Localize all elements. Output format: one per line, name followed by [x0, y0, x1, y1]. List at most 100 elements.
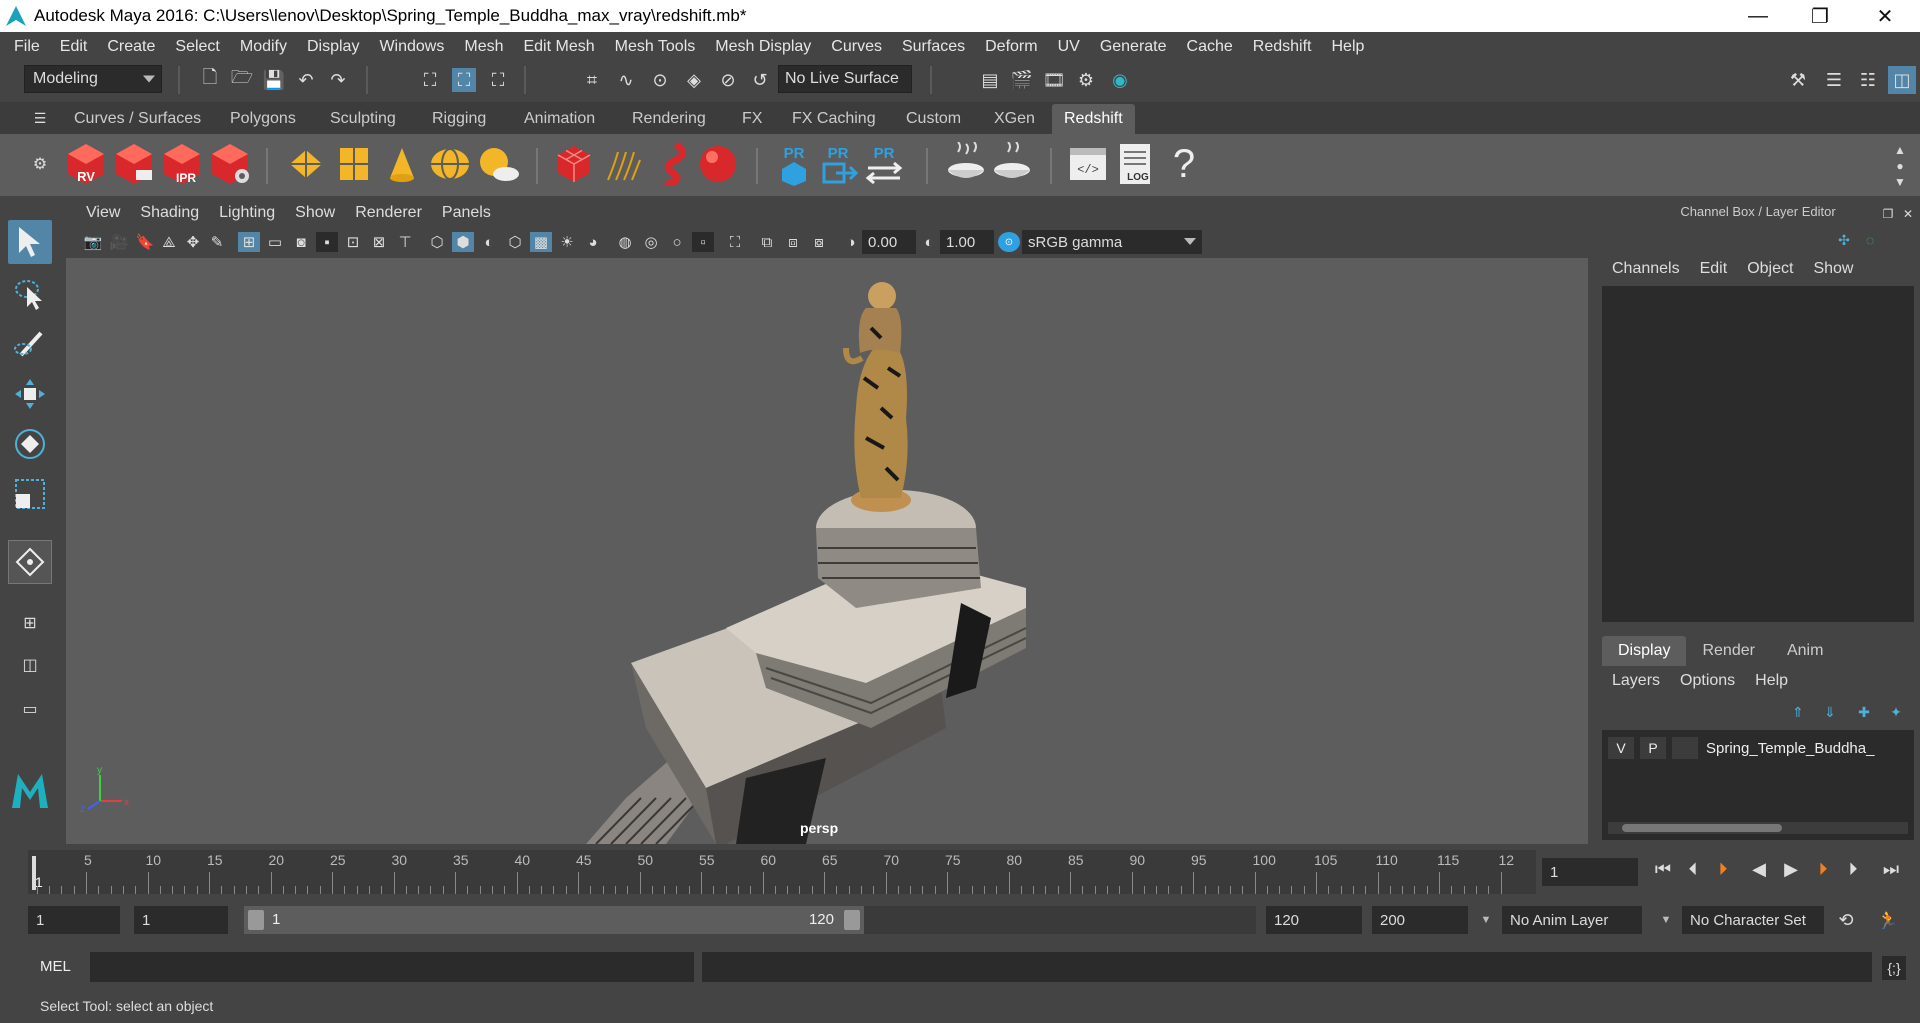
smooth-shade-icon[interactable]: ⬢: [452, 232, 474, 252]
undo-icon[interactable]: ↶: [294, 68, 318, 92]
end-time-field[interactable]: 200: [1372, 906, 1468, 934]
render-settings-icon[interactable]: ⚙: [1074, 68, 1098, 92]
channel-list[interactable]: [1602, 286, 1914, 622]
exposure-icon[interactable]: ◑: [840, 232, 862, 252]
layer-name[interactable]: Spring_Temple_Buddha_: [1706, 740, 1874, 757]
rs-pr-sync-icon[interactable]: PR: [862, 142, 906, 186]
view-transform-dropdown[interactable]: sRGB gamma: [1022, 230, 1202, 254]
resolution-gate-icon[interactable]: ◙: [290, 232, 312, 252]
mode-selector[interactable]: Modeling: [24, 65, 162, 93]
shelf-tab-fx[interactable]: FX: [730, 104, 774, 134]
menu-select[interactable]: Select: [165, 38, 229, 56]
layer-row[interactable]: V P Spring_Temple_Buddha_: [1608, 736, 1908, 760]
playback-end-field[interactable]: 120: [1266, 906, 1362, 934]
render-frame-icon[interactable]: 🎬: [1010, 68, 1034, 92]
range-end-handle[interactable]: [844, 910, 860, 930]
shelf-tab-animation[interactable]: Animation: [512, 104, 607, 134]
vp-menu-show[interactable]: Show: [285, 204, 345, 222]
use-all-lights-icon[interactable]: ☀: [556, 232, 578, 252]
shelf-tab-fx-caching[interactable]: FX Caching: [780, 104, 888, 134]
rs-render-sequence-icon[interactable]: [112, 142, 156, 186]
camera-icon[interactable]: 📷: [82, 232, 104, 252]
rs-dome-light-icon[interactable]: [428, 142, 472, 186]
menu-edit[interactable]: Edit: [50, 38, 98, 56]
step-back-frame-icon[interactable]: ⏵: [1710, 856, 1736, 882]
shelf-tab-rigging[interactable]: Rigging: [420, 104, 498, 134]
layout-four-pane-icon[interactable]: ⊞: [8, 604, 52, 642]
image-plane-icon[interactable]: ⟁: [158, 232, 180, 252]
shelf-tab-curves-surfaces[interactable]: Curves / Surfaces: [62, 104, 213, 134]
shelf-tab-sculpting[interactable]: Sculpting: [318, 104, 408, 134]
menu-deform[interactable]: Deform: [975, 38, 1047, 56]
rs-pr-object-icon[interactable]: PR: [772, 142, 816, 186]
new-scene-icon[interactable]: 🗋: [198, 67, 222, 92]
screen-space-ao-icon[interactable]: ◍: [614, 232, 636, 252]
new-layer-selected-icon[interactable]: ✦: [1884, 700, 1908, 724]
command-language-label[interactable]: MEL: [40, 958, 71, 975]
layout-side-by-side-icon[interactable]: ◫: [8, 646, 52, 684]
grease-pencil-icon[interactable]: ✎: [206, 232, 228, 252]
select-by-object-icon[interactable]: ⛶: [452, 68, 476, 92]
xray-icon[interactable]: ⧉: [756, 232, 778, 252]
rs-hair-icon[interactable]: [600, 142, 644, 186]
animation-preferences-icon[interactable]: 🏃: [1876, 908, 1900, 932]
shadows-icon[interactable]: ◕: [582, 232, 604, 252]
color-management-icon[interactable]: ⊙: [998, 232, 1020, 252]
cb-menu-show[interactable]: Show: [1803, 260, 1863, 278]
rs-help-icon[interactable]: ?: [1162, 142, 1206, 186]
vp-menu-view[interactable]: View: [76, 204, 130, 222]
play-forwards-icon[interactable]: ▶: [1778, 856, 1804, 882]
shelf-menu-icon[interactable]: ☰: [28, 106, 52, 130]
layer-playback-toggle[interactable]: P: [1640, 737, 1666, 759]
open-scene-icon[interactable]: 🗁: [230, 67, 254, 92]
vp-menu-renderer[interactable]: Renderer: [345, 204, 432, 222]
menu-generate[interactable]: Generate: [1090, 38, 1177, 56]
range-slider-extent[interactable]: [864, 906, 1256, 934]
exposure-field[interactable]: 0.00: [862, 230, 916, 254]
anim-layer-chevron-icon[interactable]: ▼: [1474, 908, 1498, 932]
workspace-icon[interactable]: ⚒: [1786, 68, 1810, 92]
cb-menu-object[interactable]: Object: [1737, 260, 1803, 278]
vp-menu-shading[interactable]: Shading: [130, 204, 209, 222]
play-backwards-icon[interactable]: ◀: [1746, 856, 1772, 882]
current-frame-field[interactable]: 1: [1542, 858, 1638, 886]
character-set-chevron-icon[interactable]: ▼: [1654, 908, 1678, 932]
attribute-editor-icon[interactable]: ☰: [1822, 68, 1846, 92]
rs-spot-light-icon[interactable]: [380, 142, 424, 186]
rotate-tool-icon[interactable]: [8, 422, 52, 466]
bookmark-icon[interactable]: 🔖: [134, 232, 156, 252]
scale-tool-icon[interactable]: [8, 472, 52, 516]
use-default-material-icon[interactable]: ◐: [478, 232, 500, 252]
gamma-icon[interactable]: ◐: [918, 232, 940, 252]
shelf-tab-xgen[interactable]: XGen: [982, 104, 1047, 134]
gamma-field[interactable]: 1.00: [940, 230, 994, 254]
shelf-scroll-down-icon[interactable]: ▼: [1888, 170, 1912, 194]
history-icon[interactable]: ↺: [748, 68, 772, 92]
channel-box-toggle-icon[interactable]: ◫: [1888, 66, 1916, 94]
new-layer-icon[interactable]: ✚: [1852, 700, 1876, 724]
go-to-start-icon[interactable]: ⏮: [1650, 856, 1676, 882]
anim-layer-field[interactable]: No Anim Layer: [1502, 906, 1642, 934]
rs-pr-export-icon[interactable]: PR: [816, 142, 860, 186]
tab-display-layers[interactable]: Display: [1602, 636, 1687, 666]
two-d-pan-icon[interactable]: ✥: [182, 232, 204, 252]
isolate-select-icon[interactable]: ⛶: [724, 232, 746, 252]
rs-render-view-icon[interactable]: RV: [64, 142, 108, 186]
rs-script-editor-icon[interactable]: </>: [1066, 142, 1110, 186]
shelf-tab-polygons[interactable]: Polygons: [218, 104, 308, 134]
le-menu-help[interactable]: Help: [1745, 672, 1798, 690]
rs-material-bowl-2-icon[interactable]: [990, 142, 1034, 186]
rs-render-settings-icon[interactable]: [208, 142, 252, 186]
step-forward-key-icon[interactable]: ⏵: [1840, 856, 1866, 882]
command-input[interactable]: [90, 952, 694, 982]
move-tool-icon[interactable]: [8, 372, 52, 416]
tab-render-layers[interactable]: Render: [1686, 636, 1770, 666]
shelf-tab-custom[interactable]: Custom: [894, 104, 973, 134]
select-by-component-icon[interactable]: ⛶: [486, 68, 510, 92]
menu-mesh-tools[interactable]: Mesh Tools: [605, 38, 706, 56]
last-tool-icon[interactable]: [8, 540, 52, 584]
manipulator-icon[interactable]: ✣: [1832, 228, 1856, 252]
tool-settings-icon[interactable]: ☷: [1856, 68, 1880, 92]
gate-mask-icon[interactable]: ▪: [316, 232, 338, 252]
wireframe-icon[interactable]: ⬡: [426, 232, 448, 252]
